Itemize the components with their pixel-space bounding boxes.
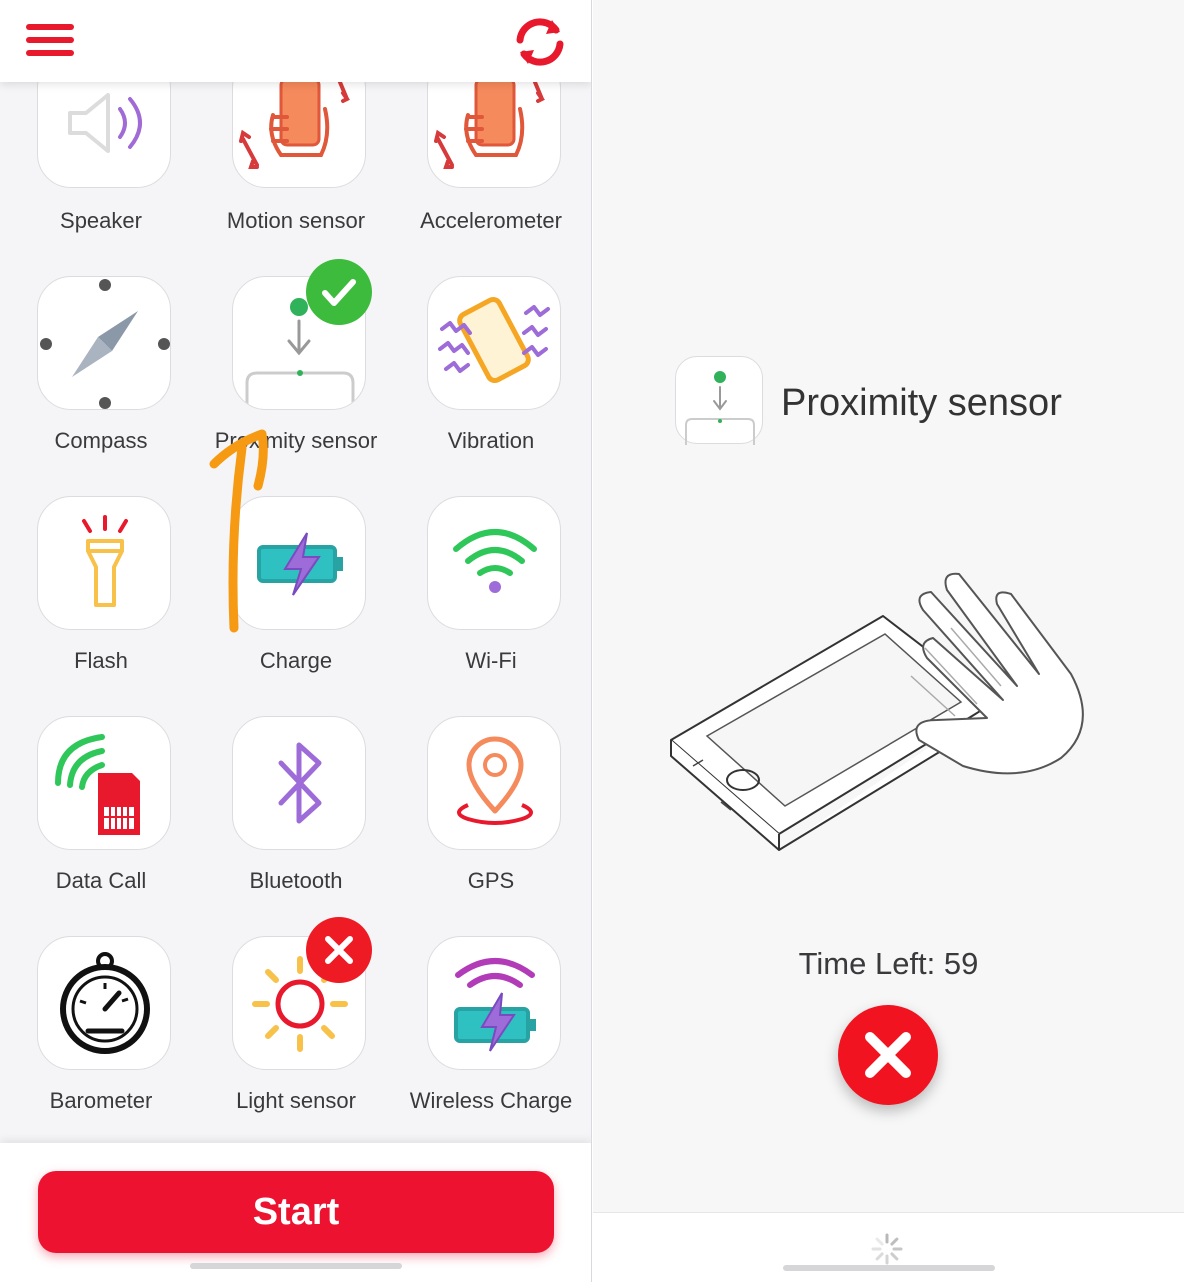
wireless-charge-icon [427, 936, 561, 1070]
test-tile-vibration[interactable]: Vibration [393, 220, 589, 453]
battery-charge-icon [232, 496, 366, 630]
hand-over-phone-illustration [670, 572, 1084, 851]
app-header [0, 0, 591, 82]
start-button[interactable]: Start [38, 1171, 554, 1253]
test-tile-light-sensor[interactable]: Light sensor [198, 880, 394, 1113]
failed-badge [305, 916, 373, 984]
sim-card-icon [37, 716, 171, 850]
test-grid: Speaker Motion sensor Accelerometer Comp… [0, 0, 591, 1140]
test-label: Light sensor [236, 1088, 356, 1113]
cancel-test-button[interactable] [838, 1005, 938, 1105]
test-tile-proximity-sensor[interactable]: Proximity sensor [198, 220, 394, 453]
flashlight-icon [37, 496, 171, 630]
test-tile-charge[interactable]: Charge [198, 440, 394, 673]
home-indicator [783, 1265, 995, 1271]
test-label: Barometer [49, 1088, 153, 1113]
wifi-icon [427, 496, 561, 630]
proximity-test-screen: Proximity sensor Time Left: 59 [593, 0, 1184, 1282]
test-tile-wireless-charge[interactable]: Wireless Charge [393, 880, 589, 1113]
bottom-action-bar: Start [0, 1143, 591, 1282]
proximity-sensor-icon [675, 356, 763, 445]
barometer-icon [37, 936, 171, 1070]
sensor-title: Proximity sensor [781, 382, 1062, 424]
vibration-icon [427, 276, 561, 410]
test-tile-wifi[interactable]: Wi-Fi [393, 440, 589, 673]
home-indicator [190, 1263, 402, 1269]
close-icon [865, 1032, 911, 1078]
test-tile-bluetooth[interactable]: Bluetooth [198, 660, 394, 893]
refresh-icon[interactable] [512, 16, 568, 68]
passed-badge [305, 258, 373, 326]
test-tile-barometer[interactable]: Barometer [3, 880, 199, 1113]
spinner-icon [871, 1233, 903, 1265]
test-tile-gps[interactable]: GPS [393, 660, 589, 893]
time-left-countdown: Time Left: 59 [798, 946, 979, 981]
bluetooth-icon [232, 716, 366, 850]
test-tile-compass[interactable]: Compass [3, 220, 199, 453]
bottom-status-bar [593, 1212, 1184, 1282]
location-pin-icon [427, 716, 561, 850]
test-label: Wireless Charge [409, 1088, 573, 1113]
hamburger-icon[interactable] [26, 24, 76, 60]
compass-icon [37, 276, 171, 410]
test-tile-flash[interactable]: Flash [3, 440, 199, 673]
test-list-screen: Speaker Motion sensor Accelerometer Comp… [0, 0, 592, 1282]
test-tile-data-call[interactable]: Data Call [3, 660, 199, 893]
